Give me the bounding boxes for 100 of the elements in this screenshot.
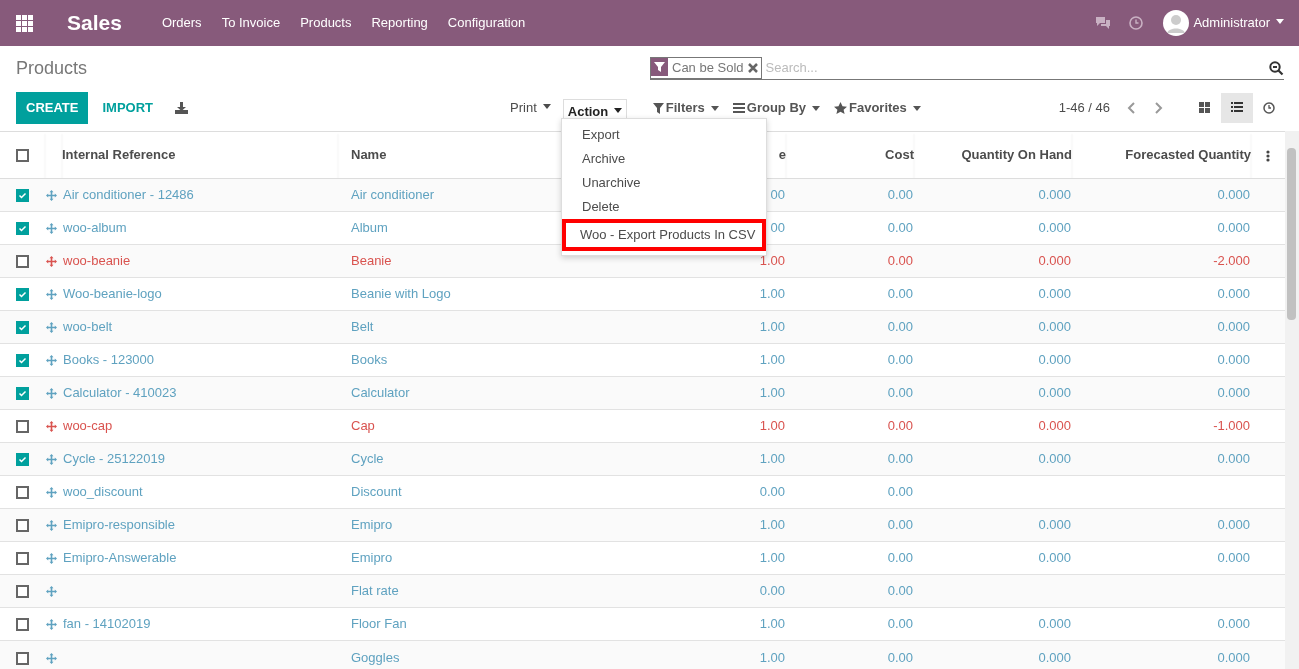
nav-menu-item[interactable]: Products [300, 13, 352, 33]
checkbox[interactable] [16, 552, 29, 566]
table-cell: 0.000 [1038, 352, 1071, 368]
column-header[interactable]: Forecasted Quantity [1125, 147, 1251, 163]
drag-handle-icon[interactable] [46, 586, 57, 598]
table-cell: 0.000 [1038, 451, 1071, 467]
table-cell: Belt [351, 319, 374, 335]
table-cell: 0.000 [1217, 385, 1250, 401]
download-icon[interactable] [175, 102, 189, 114]
favorites-dropdown[interactable]: Favorites [830, 96, 925, 120]
drag-handle-icon[interactable] [46, 355, 57, 367]
nav-menu-item[interactable]: To Invoice [221, 13, 281, 33]
remove-icon[interactable] [747, 63, 758, 73]
table-cell: 1.00 [759, 286, 785, 302]
avatar-icon[interactable] [1163, 10, 1190, 36]
table-cell: 0.000 [1038, 517, 1071, 533]
table-cell: Books - 123000 [63, 352, 155, 368]
drag-handle-icon[interactable] [46, 388, 57, 400]
table-cell: Emipro-responsible [63, 517, 175, 533]
table-cell: Album [351, 220, 388, 236]
apps-menu-icon[interactable] [16, 14, 33, 32]
table-cell: 0.00 [887, 187, 913, 203]
table-cell: 0.000 [1217, 220, 1250, 236]
column-header[interactable]: e [778, 147, 786, 163]
checkbox[interactable] [16, 420, 29, 434]
menu-item[interactable]: Delete [562, 195, 766, 219]
scrollbar-thumb[interactable] [1287, 148, 1296, 320]
drag-handle-icon[interactable] [46, 223, 57, 235]
checkbox[interactable] [16, 222, 29, 236]
previous-icon[interactable] [1127, 102, 1135, 114]
menu-item[interactable]: Unarchive [562, 171, 766, 195]
drag-handle-icon[interactable] [46, 520, 57, 532]
list-icon [732, 103, 745, 113]
drag-handle-icon[interactable] [46, 553, 57, 565]
table-cell: 0.000 [1038, 550, 1071, 566]
checkbox[interactable] [16, 321, 29, 335]
drag-handle-icon[interactable] [46, 289, 57, 301]
drag-handle-icon[interactable] [46, 322, 57, 334]
checkbox[interactable] [16, 453, 29, 467]
list-view-button[interactable] [1221, 93, 1253, 123]
table-cell: Cap [351, 418, 375, 434]
checkbox[interactable] [16, 585, 29, 599]
drag-handle-icon[interactable] [46, 487, 57, 499]
table-cell: 0.00 [887, 616, 913, 632]
drag-handle-icon[interactable] [46, 619, 57, 631]
more-options-icon[interactable] [1266, 149, 1270, 162]
nav-menu-item[interactable]: Configuration [447, 13, 526, 33]
table-cell: 0.00 [887, 253, 913, 269]
table-cell: 0.000 [1038, 319, 1071, 335]
table-cell: 1.00 [759, 418, 785, 434]
table-cell: 0.000 [1217, 550, 1250, 566]
table-cell: 1.00 [759, 517, 785, 533]
table-cell: -2.000 [1213, 253, 1250, 269]
table-cell: Emipro [351, 550, 393, 566]
table-cell: 0.000 [1217, 451, 1250, 467]
column-header[interactable]: Cost [885, 147, 914, 163]
drag-handle-icon[interactable] [46, 454, 57, 466]
table-cell: woo-belt [63, 319, 113, 335]
checkbox[interactable] [16, 354, 29, 368]
checkbox[interactable] [16, 149, 29, 163]
table-cell: 0.00 [887, 352, 913, 368]
nav-menu-item[interactable]: Reporting [371, 13, 428, 33]
checkbox[interactable] [16, 387, 29, 401]
clock-icon[interactable] [1129, 16, 1144, 30]
list-view-icon [1231, 102, 1243, 114]
menu-item[interactable]: Woo - Export Products In CSV [562, 219, 766, 251]
column-header[interactable]: Internal Reference [62, 147, 176, 163]
table-cell: woo-beanie [63, 253, 131, 269]
table-cell: 0.000 [1217, 649, 1250, 665]
drag-handle-icon[interactable] [46, 190, 57, 202]
checkbox[interactable] [16, 288, 29, 302]
table-cell: 1.00 [759, 352, 785, 368]
chat-icon[interactable] [1095, 16, 1112, 30]
drag-handle-icon[interactable] [46, 652, 57, 664]
checkbox[interactable] [16, 486, 29, 500]
filter-facet[interactable]: Can be Sold [650, 57, 762, 79]
search-icon[interactable] [1269, 60, 1284, 76]
checkbox[interactable] [16, 651, 29, 665]
checkbox[interactable] [16, 519, 29, 533]
nav-menu-item[interactable]: Orders [161, 13, 202, 33]
drag-handle-icon[interactable] [46, 256, 57, 268]
table-cell: 0.00 [887, 517, 913, 533]
next-icon[interactable] [1155, 102, 1163, 114]
table-cell: 1.00 [759, 253, 785, 269]
table-cell: 1.00 [759, 616, 785, 632]
table-cell: 0.00 [887, 649, 913, 665]
drag-handle-icon[interactable] [46, 421, 57, 433]
column-header[interactable]: Quantity On Hand [961, 147, 1072, 163]
checkbox[interactable] [16, 618, 29, 632]
user-menu[interactable]: Administrator [1193, 13, 1284, 33]
menu-item[interactable]: Export [562, 123, 766, 147]
print-dropdown[interactable]: Print [506, 96, 555, 120]
star-icon [834, 102, 848, 114]
table-cell: 0.00 [887, 286, 913, 302]
table-cell: 0.000 [1217, 187, 1250, 203]
checkbox[interactable] [16, 255, 29, 269]
checkbox[interactable] [16, 189, 29, 203]
menu-item[interactable]: Archive [562, 147, 766, 171]
table-cell: 1.00 [759, 319, 785, 335]
column-header[interactable]: Name [351, 147, 387, 163]
